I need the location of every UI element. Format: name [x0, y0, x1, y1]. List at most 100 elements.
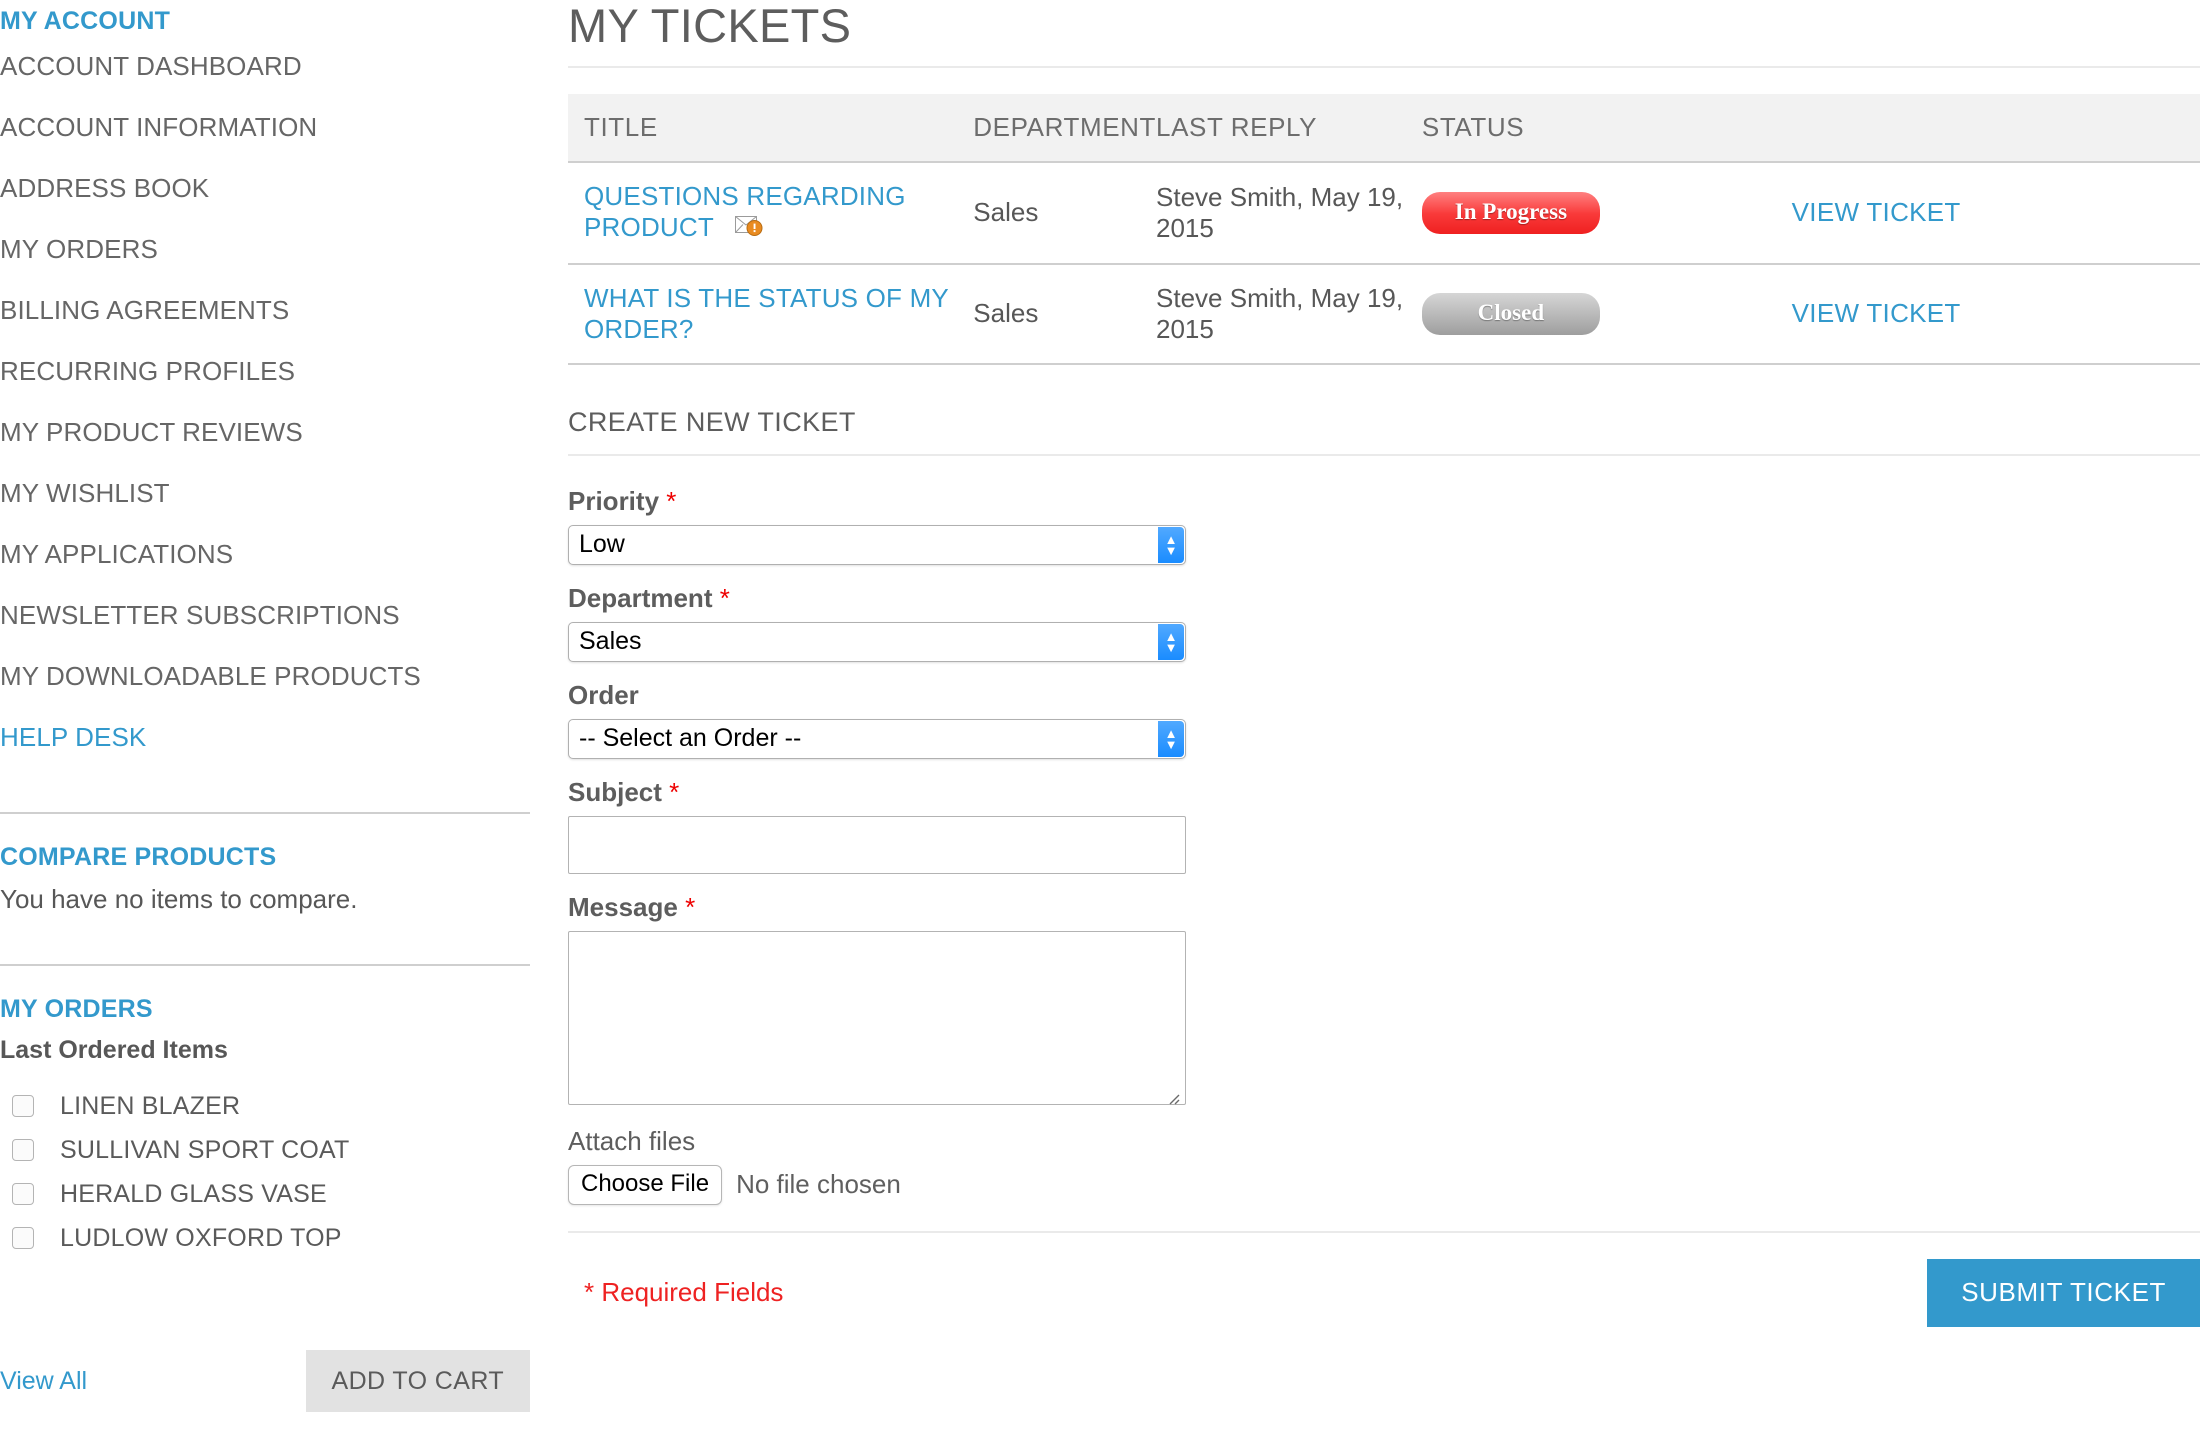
help-desk-page: MY ACCOUNT ACCOUNT DASHBOARD ACCOUNT INF…	[0, 0, 2200, 1436]
add-to-cart-button[interactable]: ADD TO CART	[305, 1350, 530, 1412]
table-row: QUESTIONS REGARDING PRODUCT Sales Steve …	[568, 162, 2200, 265]
sidebar-link-my-wishlist[interactable]: MY WISHLIST	[0, 478, 170, 508]
sidebar-orders-block: MY ORDERS Last Ordered Items LINEN BLAZE…	[0, 966, 530, 1260]
view-ticket-link[interactable]: VIEW TICKET	[1792, 298, 1961, 328]
sidebar-link-my-applications[interactable]: MY APPLICATIONS	[0, 539, 233, 569]
compare-products-title: COMPARE PRODUCTS	[0, 843, 277, 871]
sidebar-item-my-product-reviews[interactable]: MY PRODUCT REVIEWS	[0, 404, 530, 465]
product-checkbox[interactable]	[12, 1183, 34, 1205]
sidebar-item-my-applications[interactable]: MY APPLICATIONS	[0, 526, 530, 587]
sidebar: MY ACCOUNT ACCOUNT DASHBOARD ACCOUNT INF…	[0, 0, 530, 1436]
sidebar-link-address-book[interactable]: ADDRESS BOOK	[0, 173, 209, 203]
ticket-title-link[interactable]: WHAT IS THE STATUS OF MY ORDER?	[584, 283, 949, 344]
sidebar-compare-block: COMPARE PRODUCTS You have no items to co…	[0, 814, 530, 916]
subject-input[interactable]	[568, 815, 1186, 874]
department-value: Sales	[973, 298, 1039, 329]
submit-ticket-button[interactable]: SUBMIT TICKET	[1927, 1258, 2200, 1327]
file-input-row: Choose File No file chosen	[568, 1164, 2200, 1205]
sidebar-item-newsletter-subscriptions[interactable]: NEWSLETTER SUBSCRIPTIONS	[0, 587, 530, 648]
department-select[interactable]: Sales ▲ ▼	[568, 621, 1186, 662]
sidebar-account-title: MY ACCOUNT	[0, 7, 171, 35]
sidebar-link-account-dashboard[interactable]: ACCOUNT DASHBOARD	[0, 51, 302, 81]
create-new-ticket-title: CREATE NEW TICKET	[568, 406, 856, 437]
message-label: Message *	[568, 892, 2200, 923]
product-checkbox[interactable]	[12, 1139, 34, 1161]
account-nav: ACCOUNT DASHBOARD ACCOUNT INFORMATION AD…	[0, 38, 530, 770]
order-label: Order	[568, 679, 639, 710]
required-asterisk: *	[685, 891, 696, 922]
message-field: Message *	[568, 892, 2200, 1110]
list-item[interactable]: HERALD GLASS VASE	[0, 1172, 530, 1216]
sidebar-link-my-product-reviews[interactable]: MY PRODUCT REVIEWS	[0, 417, 303, 447]
view-all-link[interactable]: View All	[0, 1367, 87, 1396]
product-name: HERALD GLASS VASE	[60, 1180, 327, 1208]
last-reply-value: Steve Smith, May 19, 2015	[1156, 282, 1404, 344]
cell-last-reply: Steve Smith, May 19, 2015	[1156, 263, 1422, 365]
sidebar-link-billing-agreements[interactable]: BILLING AGREEMENTS	[0, 295, 289, 325]
sidebar-item-my-wishlist[interactable]: MY WISHLIST	[0, 465, 530, 526]
chevron-updown-icon: ▲ ▼	[1158, 720, 1184, 757]
sidebar-account-block: MY ACCOUNT ACCOUNT DASHBOARD ACCOUNT INF…	[0, 0, 530, 770]
title-divider	[568, 66, 2200, 68]
required-asterisk: *	[719, 582, 730, 613]
list-item[interactable]: SULLIVAN SPORT COAT	[0, 1128, 530, 1172]
last-reply-value: Steve Smith, May 19, 2015	[1156, 181, 1404, 243]
column-header-actions	[1791, 94, 2200, 163]
sidebar-item-help-desk[interactable]: HELP DESK	[0, 709, 530, 770]
product-checkbox[interactable]	[12, 1227, 34, 1249]
sidebar-item-billing-agreements[interactable]: BILLING AGREEMENTS	[0, 282, 530, 343]
sidebar-cart-row: View All ADD TO CART	[0, 1350, 530, 1412]
product-name: LUDLOW OXFORD TOP	[60, 1224, 342, 1252]
my-orders-title: MY ORDERS	[0, 995, 153, 1023]
sidebar-link-newsletter-subscriptions[interactable]: NEWSLETTER SUBSCRIPTIONS	[0, 600, 400, 630]
required-asterisk: *	[666, 485, 677, 516]
required-asterisk: *	[669, 776, 680, 807]
sidebar-link-account-information[interactable]: ACCOUNT INFORMATION	[0, 112, 317, 142]
priority-label: Priority *	[568, 486, 2200, 517]
priority-select[interactable]: Low ▲ ▼	[568, 524, 1186, 565]
priority-select-value: Low	[579, 530, 625, 559]
department-label-text: Department	[568, 582, 713, 613]
chevron-updown-icon: ▲ ▼	[1158, 526, 1184, 563]
sidebar-link-recurring-profiles[interactable]: RECURRING PROFILES	[0, 356, 295, 386]
cell-status: In Progress	[1421, 162, 1792, 265]
message-textarea-wrapper	[568, 930, 1186, 1110]
sidebar-item-my-downloadable-products[interactable]: MY DOWNLOADABLE PRODUCTS	[0, 648, 530, 709]
department-field: Department * Sales ▲ ▼	[568, 583, 2200, 662]
table-row: WHAT IS THE STATUS OF MY ORDER? Sales St…	[568, 263, 2200, 365]
cell-action: VIEW TICKET	[1791, 263, 2200, 365]
sidebar-link-my-downloadable-products[interactable]: MY DOWNLOADABLE PRODUCTS	[0, 661, 421, 691]
product-name: SULLIVAN SPORT COAT	[60, 1136, 350, 1164]
order-select[interactable]: -- Select an Order -- ▲ ▼	[568, 718, 1186, 759]
column-header-department: DEPARTMENT	[973, 94, 1157, 163]
cell-title: QUESTIONS REGARDING PRODUCT	[568, 162, 974, 265]
cell-last-reply: Steve Smith, May 19, 2015	[1156, 162, 1422, 265]
list-item[interactable]: LINEN BLAZER	[0, 1084, 530, 1128]
table-header-row: TITLE DEPARTMENT LAST REPLY STATUS	[568, 94, 2200, 163]
column-header-last-reply: LAST REPLY	[1156, 94, 1422, 163]
sidebar-item-address-book[interactable]: ADDRESS BOOK	[0, 160, 530, 221]
sidebar-item-my-orders[interactable]: MY ORDERS	[0, 221, 530, 282]
last-ordered-list: LINEN BLAZER SULLIVAN SPORT COAT HERALD …	[0, 1070, 530, 1260]
attach-files-label: Attach files	[568, 1125, 696, 1156]
page-title: MY TICKETS	[568, 0, 852, 52]
cell-department: Sales	[973, 263, 1157, 365]
required-fields-note: * Required Fields	[584, 1277, 784, 1308]
sidebar-item-recurring-profiles[interactable]: RECURRING PROFILES	[0, 343, 530, 404]
department-select-value: Sales	[579, 627, 642, 656]
sidebar-link-my-orders[interactable]: MY ORDERS	[0, 234, 158, 264]
priority-field: Priority * Low ▲ ▼	[568, 486, 2200, 565]
sidebar-item-account-information[interactable]: ACCOUNT INFORMATION	[0, 99, 530, 160]
form-footer: * Required Fields SUBMIT TICKET	[568, 1233, 2200, 1327]
choose-file-button[interactable]: Choose File	[568, 1164, 723, 1205]
subject-label: Subject *	[568, 777, 2200, 808]
sidebar-link-help-desk[interactable]: HELP DESK	[0, 722, 146, 752]
status-badge: Closed	[1421, 292, 1600, 335]
message-textarea[interactable]	[568, 930, 1186, 1105]
list-item[interactable]: LUDLOW OXFORD TOP	[0, 1216, 530, 1260]
view-ticket-link[interactable]: VIEW TICKET	[1792, 197, 1961, 227]
sidebar-item-account-dashboard[interactable]: ACCOUNT DASHBOARD	[0, 38, 530, 99]
cell-title: WHAT IS THE STATUS OF MY ORDER?	[568, 263, 974, 365]
column-header-title: TITLE	[568, 94, 974, 163]
product-checkbox[interactable]	[12, 1095, 34, 1117]
